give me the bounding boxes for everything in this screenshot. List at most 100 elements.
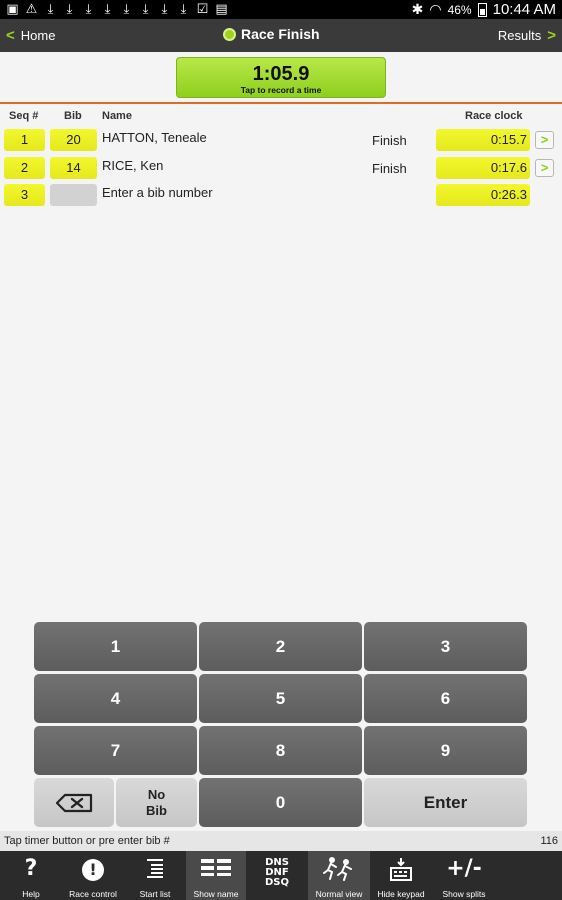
- bib-cell[interactable]: 20: [50, 129, 97, 151]
- key-3[interactable]: 3: [364, 622, 527, 671]
- timer-hint: Tap to record a time: [240, 85, 322, 95]
- warning-icon: ⚠: [25, 2, 38, 17]
- status-line: Tap timer button or pre enter bib # 116: [0, 831, 562, 851]
- battery-icon: [477, 2, 487, 17]
- download-icon: ⤓: [47, 2, 54, 17]
- bib-cell[interactable]: 14: [50, 157, 97, 179]
- dns-dnf-dsq-icon: DNS DNF DSQ: [246, 858, 308, 888]
- bib-input[interactable]: [50, 184, 97, 206]
- plus-minus-icon: +/-: [446, 856, 482, 881]
- divider: [0, 102, 562, 104]
- chevron-right-icon[interactable]: >: [535, 131, 554, 149]
- download-icon: ⤓: [142, 2, 149, 17]
- clock-cell[interactable]: 0:26.3: [436, 184, 530, 206]
- help-button[interactable]: ? Help: [0, 851, 62, 900]
- key-8[interactable]: 8: [199, 726, 362, 775]
- record-time-button[interactable]: 1:05.9 Tap to record a time: [176, 57, 386, 98]
- download-icon: ⤓: [180, 2, 187, 17]
- chevron-right-icon: >: [547, 27, 556, 44]
- notification-icons: ▣ ⚠ ⤓ ⤓ ⤓ ⤓ ⤓ ⤓ ⤓ ⤓ ☑ ▤: [6, 2, 228, 17]
- title-label: Race Finish: [241, 26, 320, 42]
- header-seq: Seq #: [9, 110, 39, 122]
- dns-dnf-dsq-button[interactable]: DNS DNF DSQ: [246, 851, 308, 900]
- key-1[interactable]: 1: [34, 622, 197, 671]
- screen-title: Race Finish: [223, 26, 320, 42]
- enter-button[interactable]: Enter: [364, 778, 527, 827]
- race-control-icon: !: [82, 859, 104, 881]
- alert-circle-icon: !: [62, 857, 124, 881]
- backspace-button[interactable]: [34, 778, 114, 827]
- help-icon: ?: [24, 856, 38, 881]
- home-button[interactable]: < Home: [6, 27, 55, 44]
- download-icon: ⤓: [104, 2, 111, 17]
- no-bib-line1: No: [147, 786, 166, 802]
- clock-cell[interactable]: 0:15.7: [436, 129, 530, 151]
- no-bib-button[interactable]: No Bib: [116, 778, 197, 827]
- key-7[interactable]: 7: [34, 726, 197, 775]
- show-name-button[interactable]: Show name: [186, 851, 246, 900]
- clock-cell[interactable]: 0:17.6: [436, 157, 530, 179]
- table-row[interactable]: 1 20 HATTON, Teneale Finish 0:15.7 >: [0, 126, 562, 152]
- start-list-button[interactable]: Start list: [124, 851, 186, 900]
- backspace-icon: [55, 793, 93, 812]
- key-9[interactable]: 9: [364, 726, 527, 775]
- status-bar: ▣ ⚠ ⤓ ⤓ ⤓ ⤓ ⤓ ⤓ ⤓ ⤓ ☑ ▤ ✱ ◠ 46% 10:44 AM: [0, 0, 562, 19]
- header-bib: Bib: [64, 110, 82, 122]
- seq-cell: 2: [4, 157, 45, 179]
- hide-keypad-button[interactable]: Hide keypad: [370, 851, 432, 900]
- help-label: Help: [22, 889, 40, 899]
- key-5[interactable]: 5: [199, 674, 362, 723]
- header-name: Name: [102, 110, 132, 122]
- shop-bag-icon: ▤: [215, 2, 228, 17]
- race-control-button[interactable]: ! Race control: [62, 851, 124, 900]
- action-bar: < Home Race Finish Results >: [0, 19, 562, 52]
- wifi-icon: ◠: [429, 1, 442, 17]
- home-label: Home: [20, 28, 56, 43]
- key-0[interactable]: 0: [199, 778, 362, 827]
- dsq-text: DSQ: [264, 877, 289, 888]
- show-name-label: Show name: [193, 889, 239, 899]
- show-splits-button[interactable]: +/- Show splits: [432, 851, 496, 900]
- show-splits-label: Show splits: [442, 889, 486, 899]
- clipboard-check-icon: ☑: [196, 2, 209, 17]
- image-icon: ▣: [6, 2, 19, 17]
- header-race-clock: Race clock: [465, 110, 523, 122]
- chevron-left-icon: <: [6, 27, 15, 44]
- download-icon: ⤓: [123, 2, 130, 17]
- runners-icon: [308, 857, 370, 887]
- type-cell: Finish: [372, 161, 407, 176]
- results-button[interactable]: Results >: [498, 27, 556, 44]
- no-bib-line2: Bib: [146, 802, 167, 818]
- start-list-icon: [124, 857, 186, 885]
- download-icon: ⤓: [161, 2, 168, 17]
- keypad-down-icon: [370, 857, 432, 887]
- table-row[interactable]: 2 14 RICE, Ken Finish 0:17.6 >: [0, 154, 562, 180]
- show-name-icon: [186, 857, 246, 883]
- bottom-toolbar: ? Help ! Race control Start list Show na…: [0, 851, 562, 900]
- timer-value: 1:05.9: [252, 63, 310, 85]
- bib-placeholder: Enter a bib number: [102, 185, 213, 200]
- key-4[interactable]: 4: [34, 674, 197, 723]
- race-control-label: Race control: [69, 889, 117, 899]
- download-icon: ⤓: [85, 2, 92, 17]
- name-cell: HATTON, Teneale: [102, 130, 207, 145]
- battery-percent: 46%: [447, 2, 472, 17]
- clock-time: 10:44 AM: [492, 1, 556, 18]
- status-message: Tap timer button or pre enter bib #: [4, 835, 170, 847]
- name-cell: RICE, Ken: [102, 158, 164, 173]
- status-right: ✱ ◠ 46% 10:44 AM: [412, 1, 556, 18]
- key-2[interactable]: 2: [199, 622, 362, 671]
- start-list-label: Start list: [139, 889, 171, 899]
- hide-keypad-label: Hide keypad: [377, 889, 425, 899]
- seq-cell: 1: [4, 129, 45, 151]
- seq-cell: 3: [4, 184, 45, 206]
- normal-view-button[interactable]: Normal view: [308, 851, 370, 900]
- key-6[interactable]: 6: [364, 674, 527, 723]
- entrant-count: 116: [540, 835, 558, 847]
- chevron-right-icon[interactable]: >: [535, 159, 554, 177]
- download-icon: ⤓: [66, 2, 73, 17]
- app-logo-icon: [223, 27, 236, 41]
- table-row[interactable]: 3 Enter a bib number 0:26.3: [0, 181, 562, 207]
- type-cell: Finish: [372, 133, 407, 148]
- results-label: Results: [497, 28, 542, 43]
